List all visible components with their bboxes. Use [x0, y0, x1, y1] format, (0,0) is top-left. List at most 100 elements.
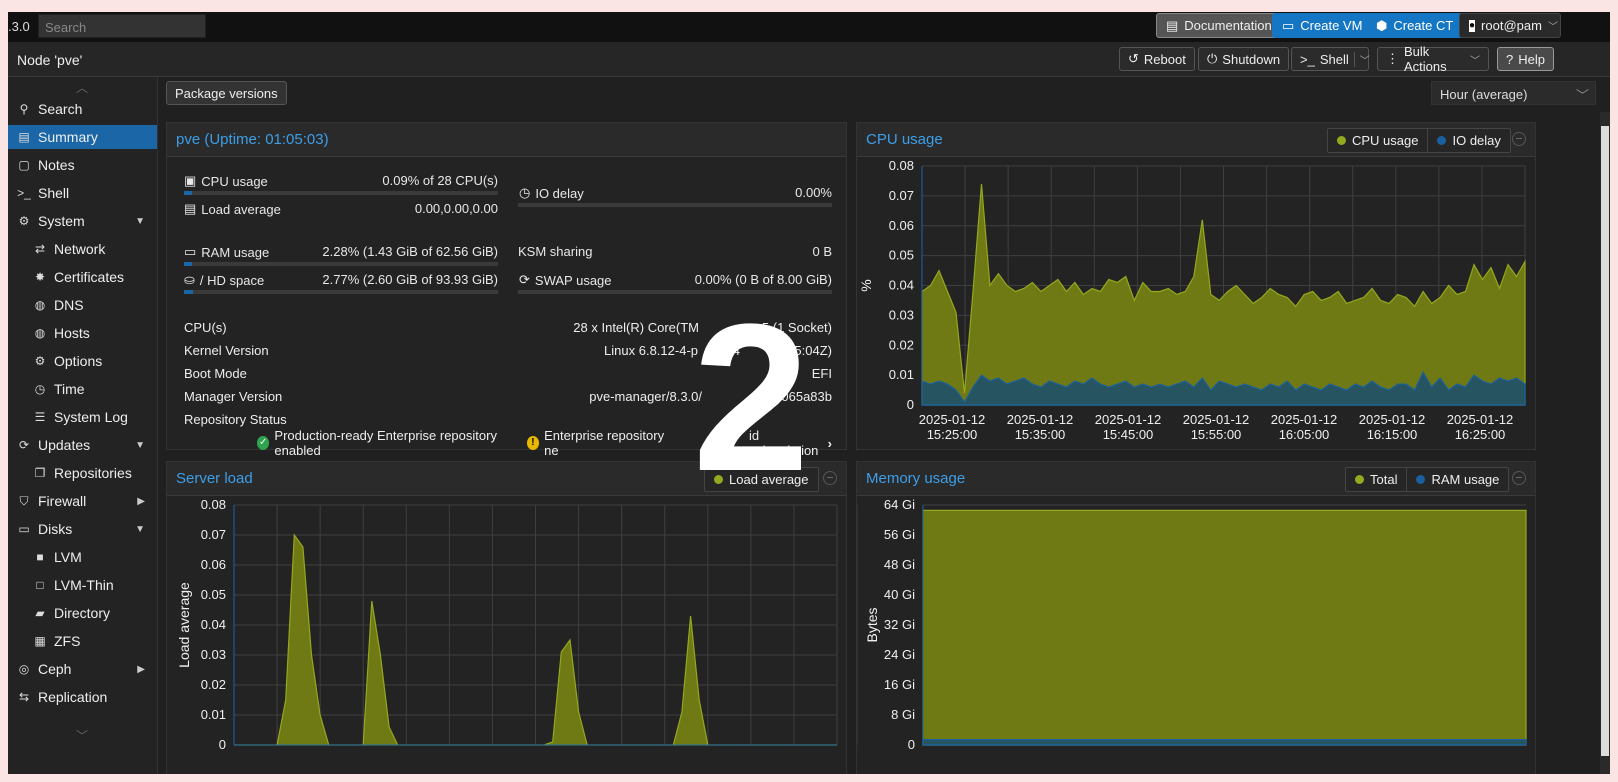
- package-versions-button[interactable]: Package versions: [166, 81, 287, 105]
- create-ct-button[interactable]: ⬢ Create CT: [1366, 13, 1464, 38]
- x-tick-time: 15:25:00: [927, 427, 978, 442]
- boot-mode-value: EFI: [811, 366, 832, 381]
- legend-item-cpu[interactable]: CPU usage: [1328, 129, 1427, 152]
- documentation-button[interactable]: ▤ Documentation: [1156, 13, 1282, 38]
- scrollbar-thumb[interactable]: [1601, 126, 1609, 756]
- content-area: Package versions Hour (average) ﹀ pve (U…: [158, 77, 1610, 774]
- kernel-label: Kernel Version: [184, 343, 269, 358]
- sidebar-item-system-log[interactable]: ☰ System Log: [8, 405, 157, 429]
- sidebar-item-lvm[interactable]: ■ LVM: [8, 545, 157, 569]
- reboot-label: Reboot: [1143, 51, 1186, 67]
- scrollbar[interactable]: [1600, 112, 1610, 774]
- manager-version-label: Manager Version: [184, 389, 283, 404]
- sidebar-item-notes[interactable]: ▢ Notes: [8, 153, 157, 177]
- x-tick-time: 15:45:00: [1103, 427, 1154, 442]
- y-tick-label: 40 Gi: [884, 587, 915, 602]
- certificate-icon: ✸: [34, 270, 46, 284]
- check-circle-icon: ✓: [257, 436, 270, 450]
- legend-dot: [1416, 475, 1426, 484]
- chevron-down-icon[interactable]: ﹀: [1353, 51, 1370, 67]
- hd-space-bar: [184, 290, 498, 294]
- load-icon: ▤: [184, 201, 197, 216]
- hd-space-label: ⛀ / HD space: [184, 272, 264, 288]
- caret-down-icon[interactable]: ▼: [135, 524, 145, 535]
- legend-label: CPU usage: [1352, 133, 1419, 148]
- repo-warn-text: Enterprise repository ne: [544, 428, 665, 458]
- note-icon: ▢: [18, 158, 30, 172]
- help-label: Help: [1518, 51, 1545, 67]
- sidebar-item-updates[interactable]: ⟳ Updates ▼: [8, 433, 157, 457]
- sidebar-item-hosts[interactable]: ◍ Hosts: [8, 321, 157, 345]
- sidebar-item-zfs[interactable]: ▦ ZFS: [8, 629, 157, 653]
- square-outline-icon: □: [36, 578, 44, 592]
- collapse-icon[interactable]: [1512, 471, 1526, 485]
- swap-usage-bar: [518, 290, 832, 294]
- y-tick-label: 0.05: [889, 248, 914, 263]
- sidebar-item-label: System Log: [54, 409, 128, 425]
- y-tick-label: 64 Gi: [884, 497, 915, 512]
- sidebar-item-search[interactable]: ⚲ Search: [8, 97, 157, 121]
- terminal-icon: >_: [17, 186, 31, 200]
- create-vm-label: Create VM: [1300, 18, 1363, 33]
- terminal-icon: >_: [1300, 51, 1315, 67]
- user-menu-button[interactable]: ● root@pam ﹀: [1459, 13, 1561, 38]
- timeframe-select[interactable]: Hour (average) ﹀: [1431, 81, 1596, 105]
- sidebar-item-repositories[interactable]: ❐ Repositories: [8, 461, 157, 485]
- legend-item-ram[interactable]: RAM usage: [1406, 468, 1508, 491]
- help-button[interactable]: ? Help: [1497, 47, 1554, 71]
- clock-icon: ◷: [34, 382, 46, 396]
- legend-item-io[interactable]: IO delay: [1427, 129, 1509, 152]
- y-tick-label: 32 Gi: [884, 617, 915, 632]
- collapse-icon[interactable]: [823, 471, 837, 485]
- sidebar-item-shell[interactable]: >_ Shell: [8, 181, 157, 205]
- caret-right-icon[interactable]: ▶: [137, 496, 145, 507]
- shield-icon: ⛉: [19, 493, 29, 508]
- bulk-actions-button[interactable]: ⋮ Bulk Actions ﹀: [1377, 44, 1489, 74]
- sidebar-item-network[interactable]: ⇄ Network: [8, 237, 157, 261]
- sidebar-item-disks[interactable]: ▭ Disks ▼: [8, 517, 157, 541]
- documentation-label: Documentation: [1184, 18, 1272, 33]
- y-axis-label: Load average: [176, 582, 192, 668]
- sidebar-item-lvm-thin[interactable]: □ LVM-Thin: [8, 573, 157, 597]
- exchange-icon: ⇄: [34, 242, 46, 256]
- y-tick-label: 0: [907, 397, 914, 412]
- x-tick-date: 2025-01-12: [1095, 412, 1162, 427]
- refresh-icon: ⟳: [18, 438, 30, 452]
- x-tick-time: 16:15:00: [1367, 427, 1418, 442]
- create-vm-button[interactable]: ▭ Create VM: [1272, 13, 1373, 38]
- hdd-icon: ⛀: [184, 272, 195, 287]
- sidebar-item-summary[interactable]: ▤ Summary: [8, 125, 157, 149]
- sidebar-item-options[interactable]: ⚙ Options: [8, 349, 157, 373]
- sidebar-item-dns[interactable]: ◍ DNS: [8, 293, 157, 317]
- legend-item-total[interactable]: Total: [1346, 468, 1406, 491]
- scroll-down-icon[interactable]: ﹀: [76, 727, 88, 744]
- list-icon: ☰: [34, 410, 46, 424]
- shell-button[interactable]: >_ Shell ﹀: [1291, 47, 1370, 71]
- sidebar-item-directory[interactable]: ▰ Directory: [8, 601, 157, 625]
- square-icon: ■: [36, 550, 44, 564]
- y-tick-label: 0.01: [201, 707, 226, 722]
- sidebar-item-time[interactable]: ◷ Time: [8, 377, 157, 401]
- sidebar-item-firewall[interactable]: ⛉ Firewall ▶: [8, 489, 157, 513]
- sidebar-item-replication[interactable]: ⇆ Replication: [8, 685, 157, 709]
- mem-chart-panel: Memory usage Total RAM usage 0 8 Gi 16 Gi 2…: [856, 461, 1536, 774]
- timeframe-value: Hour (average): [1440, 87, 1528, 102]
- cpu-chart-header: CPU usage CPU usage IO delay: [857, 123, 1535, 157]
- y-tick-label: 0.06: [889, 218, 914, 233]
- retweet-icon: ⇆: [18, 690, 30, 704]
- cpus-label: CPU(s): [184, 320, 227, 335]
- collapse-icon[interactable]: [1512, 132, 1526, 146]
- search-input[interactable]: Search: [38, 14, 206, 38]
- scroll-up-icon[interactable]: ︿: [76, 79, 88, 96]
- user-icon: ●: [1469, 19, 1476, 32]
- caret-down-icon[interactable]: ▼: [135, 440, 145, 451]
- caret-down-icon[interactable]: ▼: [135, 216, 145, 227]
- sidebar-item-system[interactable]: ⚙ System ▼: [8, 209, 157, 233]
- reboot-button[interactable]: ↺ Reboot: [1119, 47, 1195, 71]
- manager-version-value: pve-manager/8.3.0/: [589, 389, 702, 404]
- sidebar-item-certificates[interactable]: ✸ Certificates: [8, 265, 157, 289]
- shutdown-button[interactable]: ⏻ Shutdown: [1198, 47, 1290, 71]
- bulk-actions-label: Bulk Actions: [1404, 44, 1447, 74]
- sidebar-item-ceph[interactable]: ◎ Ceph ▶: [8, 657, 157, 681]
- caret-right-icon[interactable]: ▶: [137, 664, 145, 675]
